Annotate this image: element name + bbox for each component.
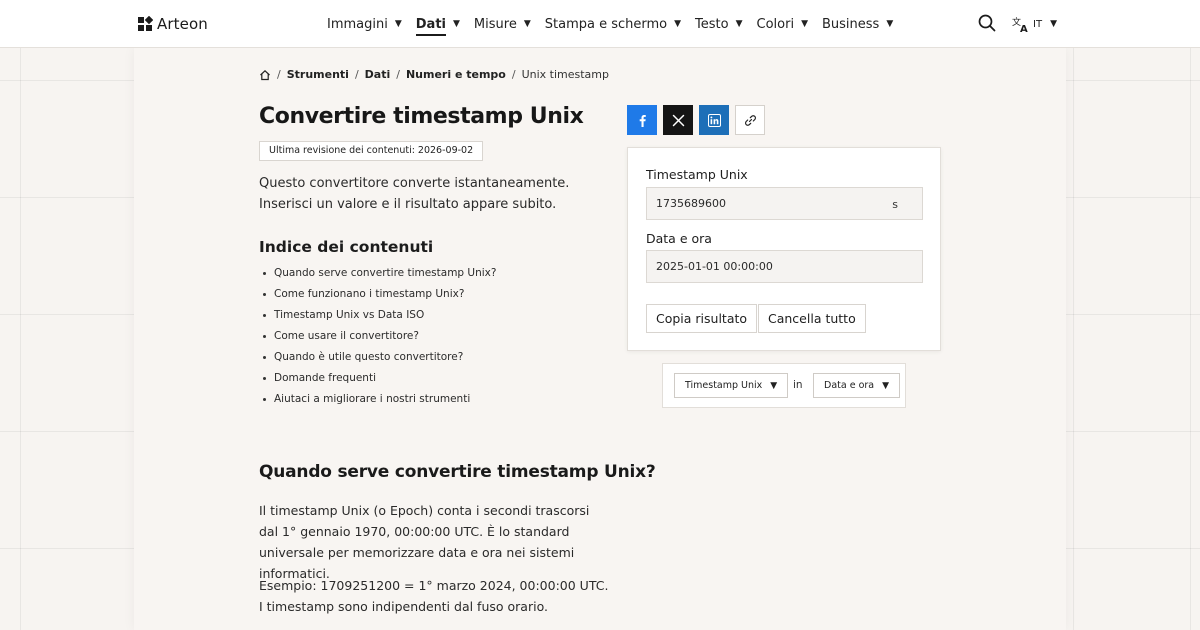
nav-item-misure[interactable]: Misure ▼ <box>474 0 531 48</box>
section-paragraph: Esempio: 1709251200 = 1° marzo 2024, 00:… <box>259 578 609 614</box>
breadcrumb-dati[interactable]: Dati <box>365 68 391 81</box>
converter-card: Timestamp Unix 1735689600 s Data e ora 2… <box>627 147 941 351</box>
toc-item[interactable]: Come funzionano i timestamp Unix? <box>262 284 496 305</box>
timestamp-label: Timestamp Unix <box>646 167 748 182</box>
datetime-value: 2025-01-01 00:00:00 <box>656 260 773 273</box>
breadcrumb-separator: / <box>354 68 359 81</box>
caret-down-icon: ▼ <box>674 19 682 29</box>
toc-item[interactable]: Quando serve convertire timestamp Unix? <box>262 263 496 284</box>
toc-item[interactable]: Quando è utile questo convertitore? <box>262 347 496 368</box>
caret-down-icon: ▼ <box>886 19 894 29</box>
nav-label: Business <box>822 16 880 32</box>
caret-down-icon: ▼ <box>770 380 778 391</box>
nav-item-business[interactable]: Business ▼ <box>822 0 893 48</box>
breadcrumb-strumenti[interactable]: Strumenti <box>287 68 349 81</box>
breadcrumb-separator: / <box>511 68 516 81</box>
clear-all-button[interactable]: Cancella tutto <box>758 304 866 333</box>
home-icon[interactable] <box>259 69 271 81</box>
caret-down-icon: ▼ <box>394 19 402 29</box>
nav-item-immagini[interactable]: Immagini ▼ <box>327 0 402 48</box>
language-code: IT <box>1033 18 1043 30</box>
caret-down-icon: ▼ <box>1050 19 1057 29</box>
nav-label: Testo <box>695 16 729 32</box>
datetime-label: Data e ora <box>646 231 712 246</box>
timestamp-value: 1735689600 <box>656 197 726 210</box>
caret-down-icon: ▼ <box>453 19 460 29</box>
breadcrumb-separator: / <box>396 68 400 81</box>
search-icon[interactable] <box>978 14 998 34</box>
toc-title: Indice dei contenuti <box>259 238 434 256</box>
translate-icon: 文 A <box>1012 15 1030 33</box>
language-selector[interactable]: 文 A IT ▼ <box>1012 14 1057 34</box>
copy-result-button[interactable]: Copia risultato <box>646 304 758 333</box>
nav-item-stampa-e-schermo[interactable]: Stampa e schermo ▼ <box>545 0 681 48</box>
caret-down-icon: ▼ <box>735 19 743 29</box>
nav-item-colori[interactable]: Colori ▼ <box>757 0 808 48</box>
caret-down-icon: ▼ <box>801 19 808 29</box>
logo-text: Arteon <box>157 15 208 33</box>
linkedin-icon[interactable] <box>699 105 729 135</box>
timestamp-input[interactable]: 1735689600 s <box>646 187 923 220</box>
breadcrumb-separator: / <box>277 68 281 81</box>
page-title: Convertire timestamp Unix <box>259 104 584 129</box>
toc-item[interactable]: Timestamp Unix vs Data ISO <box>262 305 496 326</box>
nav-label: Stampa e schermo <box>544 16 668 32</box>
section-paragraph: Il timestamp Unix (o Epoch) conta i seco… <box>259 503 590 581</box>
to-unit-select[interactable]: Data e ora ▼ <box>813 373 901 398</box>
section-title: Quando serve convertire timestamp Unix? <box>259 462 656 482</box>
svg-text:A: A <box>1020 24 1028 33</box>
timestamp-unit: s <box>892 198 898 211</box>
toc-item[interactable]: Come usare il convertitore? <box>262 326 496 347</box>
caret-down-icon: ▼ <box>882 380 890 391</box>
breadcrumb-numeri-e-tempo[interactable]: Numeri e tempo <box>406 68 506 81</box>
datetime-output[interactable]: 2025-01-01 00:00:00 <box>646 250 923 283</box>
logo-icon <box>137 16 153 32</box>
logo[interactable]: Arteon <box>137 14 208 34</box>
caret-down-icon: ▼ <box>523 19 531 29</box>
toc-item[interactable]: Aiutaci a migliorare i nostri strumenti <box>262 389 496 410</box>
nav-label: Misure <box>473 16 517 32</box>
x-icon[interactable] <box>663 105 693 135</box>
nav-label: Immagini <box>327 16 388 32</box>
unit-connector: in <box>793 379 803 391</box>
share-buttons <box>627 105 765 135</box>
nav-label: Colori <box>756 16 795 32</box>
site-header: Arteon Immagini ▼ Dati ▼ Misure ▼ Stampa… <box>0 0 1200 48</box>
to-unit-value: Data e ora <box>824 380 875 391</box>
from-unit-value: Timestamp Unix <box>685 380 763 391</box>
main-nav: Immagini ▼ Dati ▼ Misure ▼ Stampa e sche… <box>327 0 907 48</box>
revision-badge: Ultima revisione dei contenuti: 2026-09-… <box>259 141 484 161</box>
link-icon[interactable] <box>735 105 765 135</box>
from-unit-select[interactable]: Timestamp Unix ▼ <box>674 373 789 398</box>
breadcrumb-current: Unix timestamp <box>521 68 609 81</box>
intro-text: Questo convertitore converte istantaneam… <box>259 176 570 212</box>
unit-selector-bar: Timestamp Unix ▼ in Data e ora ▼ <box>662 363 906 408</box>
table-of-contents: Quando serve convertire timestamp Unix? … <box>262 263 496 410</box>
toc-item[interactable]: Domande frequenti <box>262 368 496 389</box>
breadcrumb: / Strumenti / Dati / Numeri e tempo / Un… <box>259 68 609 81</box>
nav-item-testo[interactable]: Testo ▼ <box>695 0 742 48</box>
facebook-icon[interactable] <box>627 105 657 135</box>
nav-item-dati[interactable]: Dati ▼ <box>415 0 460 48</box>
nav-label: Dati <box>415 17 446 36</box>
